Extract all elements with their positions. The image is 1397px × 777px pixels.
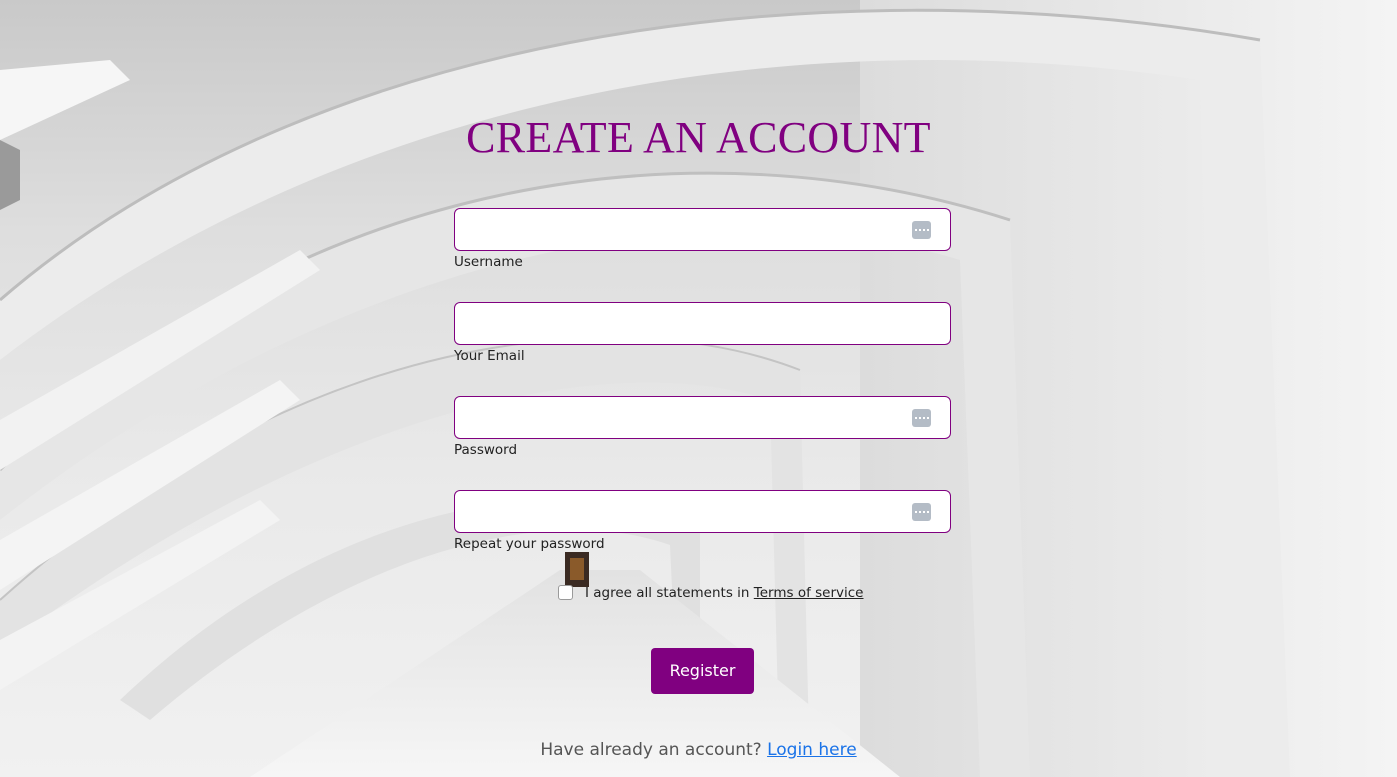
email-field-group: Your Email [454,302,951,365]
password-field-group: Password [454,396,951,459]
login-link[interactable]: Login here [767,740,857,760]
login-prompt-text: Have already an account? [540,740,762,760]
username-label: Username [454,254,523,270]
email-input[interactable] [455,303,895,344]
email-label: Your Email [454,348,525,364]
repeat-password-input[interactable] [455,491,895,532]
password-input[interactable] [455,397,895,438]
login-prompt: Have already an account? Login here [0,739,1397,761]
autofill-key-icon[interactable] [912,503,931,521]
password-input-box[interactable] [454,396,951,439]
repeat-password-field-group: Repeat your password [454,490,951,553]
register-button[interactable]: Register [651,648,754,694]
username-input[interactable] [455,209,895,250]
username-field-group: Username [454,208,951,271]
terms-of-service-link[interactable]: Terms of service [754,585,864,601]
email-input-box[interactable] [454,302,951,345]
agree-checkbox[interactable] [558,585,573,600]
terms-agreement: I agree all statements in Terms of servi… [558,584,864,602]
agree-text: I agree all statements in [585,585,750,601]
repeat-password-label: Repeat your password [454,536,605,552]
page-title: CREATE AN ACCOUNT [466,113,931,162]
autofill-key-icon[interactable] [912,221,931,239]
username-input-box[interactable] [454,208,951,251]
autofill-key-icon[interactable] [912,409,931,427]
repeat-password-input-box[interactable] [454,490,951,533]
password-label: Password [454,442,518,458]
